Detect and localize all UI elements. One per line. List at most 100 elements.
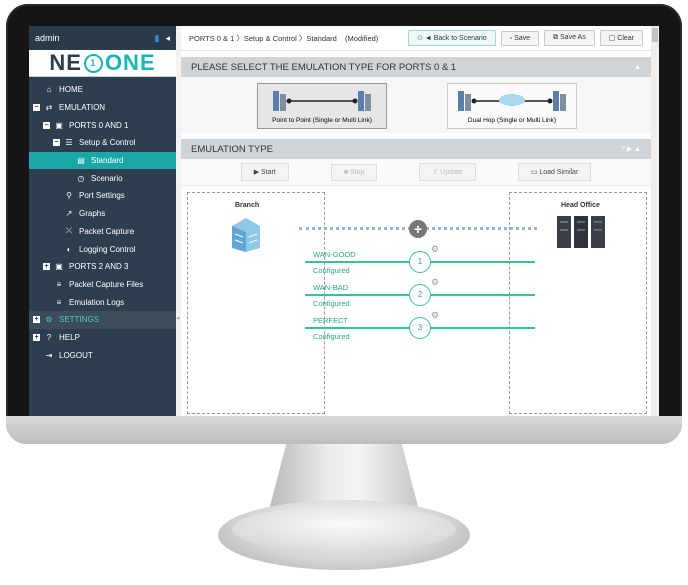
main-content: PORTS 0 & 1 〉Setup & Control 〉Standard (…	[181, 26, 651, 416]
share-icon: ⤫	[65, 226, 73, 236]
point-to-point-icon	[273, 91, 371, 111]
expand-box-icon[interactable]: +	[33, 316, 40, 324]
sidebar-item-label: LOGOUT	[59, 350, 93, 360]
logo-text-ne: NE	[49, 50, 82, 75]
option-point-to-point[interactable]: Point to Point (Single or Multi Link)	[257, 83, 387, 129]
server-icon	[557, 216, 605, 248]
stop-button[interactable]: ■ Stop	[330, 163, 378, 181]
sidebar-item-label: HELP	[59, 332, 80, 342]
emulation-type-panel-header[interactable]: EMULATION TYPE ? ▶ ▲	[181, 139, 651, 159]
link-node-2[interactable]: 2	[409, 284, 431, 306]
collapse-box-icon[interactable]: −	[53, 139, 60, 147]
sidebar-item-label: Emulation Logs	[69, 297, 125, 307]
expand-box-icon[interactable]: +	[33, 333, 40, 341]
toggle-icon: ◐	[66, 244, 72, 254]
branch-label: Branch	[235, 202, 260, 209]
help-icon: ?	[46, 332, 52, 342]
start-button[interactable]: ▶ Start	[240, 163, 289, 181]
monitor-chin	[6, 416, 682, 444]
sidebar-item-logout[interactable]: ⇥ LOGOUT	[29, 346, 176, 364]
logo: NE 1 ONE	[29, 50, 176, 77]
sidebar-item-home[interactable]: ⌂ HOME	[29, 81, 176, 99]
clear-button[interactable]: ▢ Clear	[599, 30, 643, 46]
sidebar-item-help[interactable]: +? HELP	[29, 329, 176, 347]
add-link-button[interactable]: +	[409, 220, 427, 238]
logo-text-one: ONE	[104, 50, 156, 75]
link-name-2[interactable]: WAN-BAD	[313, 283, 348, 292]
gears-icon: ⚙	[45, 315, 53, 325]
sidebar-item-graphs[interactable]: ↗ Graphs	[29, 205, 176, 223]
chevron-up-icon[interactable]: ▲	[634, 64, 641, 71]
sidebar-item-scenario[interactable]: ◷ Scenario	[29, 169, 176, 187]
ports-icon: ▣	[55, 262, 63, 272]
scrollbar-thumb[interactable]	[652, 28, 658, 42]
trash-icon[interactable]: ▮	[155, 33, 160, 44]
back-to-scenario-button[interactable]: ⊙ ◄ Back to Scenario	[408, 30, 496, 46]
save-as-button[interactable]: ⧉ Save As	[544, 30, 595, 46]
sliders-icon: ☰	[65, 138, 73, 148]
sidebar-item-ports-2-3[interactable]: + ▣ PORTS 2 AND 3	[29, 258, 176, 276]
sidebar-item-emulation-logs[interactable]: ≡ Emulation Logs	[29, 293, 176, 311]
collapse-box-icon[interactable]: −	[33, 104, 40, 112]
list-icon: ≡	[56, 279, 62, 289]
link-status-2: Configured	[313, 299, 350, 308]
back-to-scenario-label: ◄ Back to Scenario	[424, 35, 487, 42]
gear-icon[interactable]: ⚙	[431, 310, 439, 321]
sidebar-item-label: HOME	[59, 85, 83, 95]
scrollbar[interactable]	[651, 26, 659, 416]
sidebar-item-standard[interactable]: ▤ Standard	[29, 151, 176, 170]
gear-icon[interactable]: ⚙	[431, 244, 439, 255]
sidebar-item-label: Port Settings	[79, 191, 125, 201]
clear-label: Clear	[617, 35, 634, 42]
select-type-title: PLEASE SELECT THE EMULATION TYPE FOR POR…	[191, 61, 457, 73]
breadcrumb-path: PORTS 0 & 1 〉Setup & Control 〉Standard	[189, 33, 337, 43]
option-point-to-point-label: Point to Point (Single or Multi Link)	[272, 117, 372, 124]
emulation-type-options: Point to Point (Single or Multi Link) Du…	[181, 77, 651, 133]
load-similar-button[interactable]: ▭ Load Similar	[517, 163, 592, 181]
link-status-1: Configured	[313, 266, 350, 275]
monitor-stand-base-top	[232, 506, 456, 552]
link-name-3[interactable]: PERFECT	[313, 316, 348, 325]
collapse-box-icon[interactable]: −	[43, 121, 50, 129]
list-icon: ≡	[56, 297, 62, 307]
link-name-1[interactable]: WAN-GOOD	[313, 250, 356, 259]
sidebar-item-emulation[interactable]: − ⇄ EMULATION	[29, 99, 176, 117]
link-status-3: Configured	[313, 332, 350, 341]
sidebar: admin ▮ ◂ NE 1 ONE ⌂ HOME − ⇄ EMULATION − ▣ P…	[29, 26, 176, 416]
sidebar-item-ports-0-1[interactable]: − ▣ PORTS 0 AND 1	[29, 116, 176, 134]
sidebar-item-packet-capture[interactable]: ⤫ Packet Capture	[29, 223, 176, 241]
link-node-3[interactable]: 3	[409, 317, 431, 339]
top-bar: PORTS 0 & 1 〉Setup & Control 〉Standard (…	[181, 26, 651, 51]
expand-box-icon[interactable]: +	[43, 263, 50, 271]
sidebar-item-logging-control[interactable]: ◐ Logging Control	[29, 240, 176, 258]
clock-icon: ⊙	[417, 35, 425, 42]
sidebar-item-label: Setup & Control	[79, 138, 136, 148]
stop-label: Stop	[350, 168, 365, 176]
update-label: Update	[440, 169, 463, 176]
save-button[interactable]: ▫ Save	[500, 30, 540, 46]
option-dual-hop[interactable]: Dual Hop (Single or Multi Link)	[447, 83, 577, 129]
save-label: Save	[514, 34, 531, 42]
link-node-1[interactable]: 1	[409, 251, 431, 273]
arrows-icon: ⇄	[45, 103, 53, 113]
building-icon	[232, 218, 260, 252]
document-icon: ▤	[77, 156, 85, 166]
sidebar-item-setup-control[interactable]: − ☰ Setup & Control	[29, 134, 176, 152]
select-type-panel-header[interactable]: PLEASE SELECT THE EMULATION TYPE FOR POR…	[181, 57, 651, 77]
copy-icon: ⧉	[553, 34, 561, 41]
app-screen: admin ▮ ◂ NE 1 ONE ⌂ HOME − ⇄ EMULATION − ▣ P…	[29, 26, 659, 416]
sidebar-item-packet-capture-files[interactable]: ≡ Packet Capture Files	[29, 276, 176, 294]
collapse-icon[interactable]: ◂	[165, 33, 170, 44]
sidebar-nav: ⌂ HOME − ⇄ EMULATION − ▣ PORTS 0 AND 1 − ☰ Setu…	[29, 77, 176, 364]
sidebar-item-port-settings[interactable]: ⚲ Port Settings	[29, 187, 176, 205]
sidebar-item-label: SETTINGS	[59, 315, 100, 325]
gear-icon[interactable]: ⚙	[431, 277, 439, 288]
head-office-label: Head Office	[561, 202, 600, 209]
load-similar-label: Load Similar	[539, 169, 579, 176]
panel-controls-icon[interactable]: ? ▶ ▲	[621, 145, 641, 153]
user-name: admin	[35, 33, 60, 43]
play-icon: ▶	[253, 169, 262, 176]
start-label: Start	[261, 169, 276, 176]
sidebar-item-settings[interactable]: + ⚙ SETTINGS	[29, 310, 176, 329]
update-button[interactable]: ⇪ Update	[419, 163, 476, 181]
